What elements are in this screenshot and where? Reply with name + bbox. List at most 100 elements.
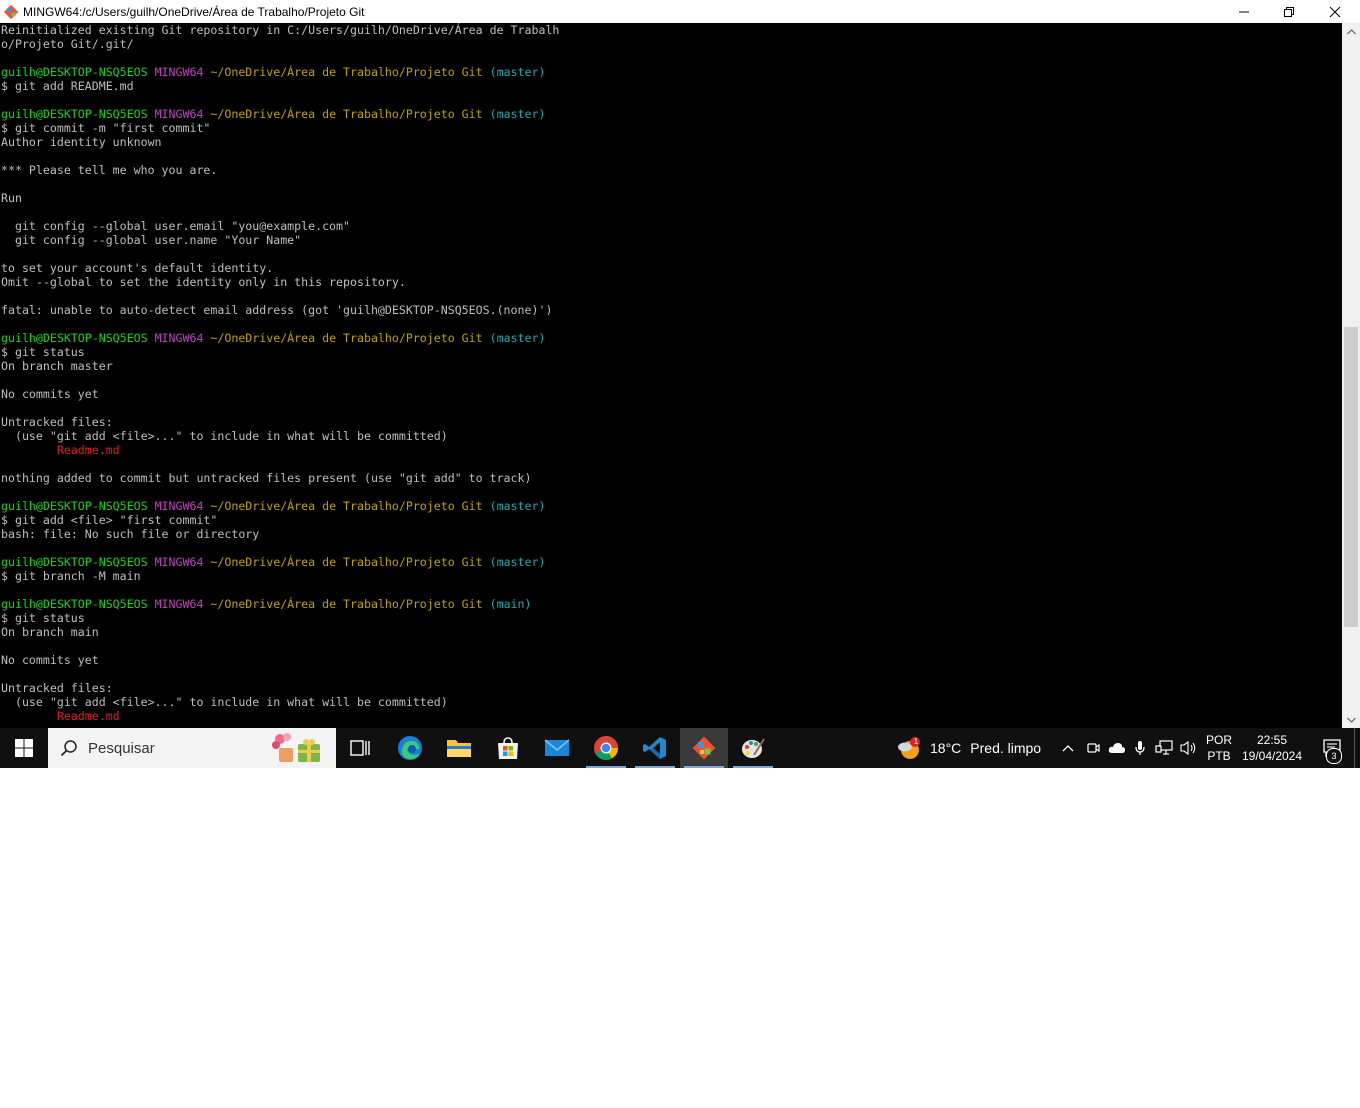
chevron-down-icon [1346, 717, 1356, 723]
microphone-tray[interactable] [1128, 728, 1152, 768]
close-button[interactable] [1312, 0, 1358, 23]
volume-tray[interactable] [1177, 728, 1201, 768]
vertical-scrollbar[interactable] [1342, 23, 1360, 728]
weather-widget[interactable]: 1 18°C Pred. limpo [896, 728, 1041, 768]
terminal-line: guilh@DESKTOP-NSQ5EOS MINGW64 ~/OneDrive… [1, 555, 559, 569]
terminal-line: git config --global user.name "Your Name… [1, 233, 559, 247]
terminal-text-segment: ~/OneDrive/Área de Trabalho/Projeto Git [210, 597, 490, 611]
terminal-text-segment: Readme.md [56, 443, 120, 457]
git-bash-app-icon [3, 4, 19, 20]
terminal-text-segment: Reinitialized existing Git repository in… [1, 23, 560, 37]
terminal-output[interactable]: Reinitialized existing Git repository in… [0, 23, 1342, 728]
taskbar-chrome[interactable] [582, 728, 630, 768]
scroll-up-button[interactable] [1342, 23, 1360, 40]
taskbar-mail[interactable] [533, 728, 581, 768]
terminal-line: Run [1, 191, 559, 205]
language-code: POR [1205, 733, 1232, 747]
title-bar[interactable]: MINGW64:/c/Users/guilh/OneDrive/Área de … [0, 0, 1360, 23]
taskbar-vscode[interactable] [631, 728, 679, 768]
taskbar-file-explorer[interactable] [435, 728, 483, 768]
terminal-text-segment: guilh@DESKTOP-NSQ5EOS [1, 555, 155, 569]
microphone-icon [1135, 741, 1145, 755]
terminal-text-segment: (master) [489, 65, 546, 79]
mail-icon [544, 739, 570, 756]
network-wired-icon [1155, 740, 1173, 755]
terminal-line: bash: file: No such file or directory [1, 527, 559, 541]
weather-temperature: 18°C [930, 740, 962, 756]
terminal-line: Readme.md [1, 443, 559, 457]
terminal-line: No commits yet [1, 653, 559, 667]
terminal-line: git config --global user.email "you@exam… [1, 219, 559, 233]
terminal-text-segment: Omit --global to set the identity only i… [1, 275, 406, 289]
terminal-text-segment: to set your account's default identity. [1, 261, 274, 275]
restore-icon [1284, 6, 1294, 17]
terminal-line: Author identity unknown [1, 135, 559, 149]
terminal-text-segment: ~/OneDrive/Área de Trabalho/Projeto Git [210, 65, 490, 79]
minimize-icon [1239, 11, 1249, 12]
terminal-text-segment: (master) [489, 331, 546, 345]
terminal-text-segment: bash: file: No such file or directory [1, 527, 260, 541]
terminal-text-segment: MINGW64 [154, 555, 211, 569]
terminal-text-segment: ~/OneDrive/Área de Trabalho/Projeto Git [210, 331, 490, 345]
weather-condition: Pred. limpo [970, 740, 1042, 756]
terminal-line: Omit --global to set the identity only i… [1, 275, 559, 289]
window-title: MINGW64:/c/Users/guilh/OneDrive/Área de … [23, 4, 365, 19]
network-tray[interactable] [1152, 728, 1176, 768]
terminal-line: $ git status [1, 611, 559, 625]
terminal-text-segment: guilh@DESKTOP-NSQ5EOS [1, 65, 155, 79]
search-highlight-illustration-icon[interactable] [270, 732, 326, 764]
system-clock[interactable]: 22:55 19/04/2024 [1238, 732, 1306, 764]
chevron-up-icon [1062, 745, 1074, 752]
restore-button[interactable] [1266, 0, 1312, 23]
terminal-lines: Reinitialized existing Git repository in… [1, 23, 559, 723]
terminal-line: (use "git add <file>..." to include in w… [1, 429, 559, 443]
terminal-text-segment: nothing added to commit but untracked fi… [1, 471, 532, 485]
taskbar-git-bash[interactable] [680, 728, 728, 768]
minimize-button[interactable] [1221, 0, 1267, 23]
terminal-text-segment: ~/OneDrive/Área de Trabalho/Projeto Git [210, 555, 490, 569]
terminal-line: $ git commit -m "first commit" [1, 121, 559, 135]
meet-now-tray[interactable] [1081, 728, 1105, 768]
taskbar-paint[interactable] [729, 728, 777, 768]
taskbar-microsoft-store[interactable] [484, 728, 532, 768]
taskbar-search-box[interactable]: Pesquisar [48, 728, 336, 768]
terminal-text-segment: $ git add README.md [1, 79, 134, 93]
terminal-text-segment: guilh@DESKTOP-NSQ5EOS [1, 597, 155, 611]
terminal-line: Untracked files: [1, 415, 559, 429]
onedrive-tray[interactable] [1105, 728, 1129, 768]
terminal-line: On branch master [1, 359, 559, 373]
terminal-line: to set your account's default identity. [1, 261, 559, 275]
scrollbar-thumb[interactable] [1344, 327, 1358, 627]
task-view-button[interactable] [336, 728, 384, 768]
terminal-text-segment: (master) [489, 107, 546, 121]
terminal-line: $ git status [1, 345, 559, 359]
terminal-line: nothing added to commit but untracked fi… [1, 471, 559, 485]
terminal-text-segment: MINGW64 [154, 597, 211, 611]
input-language-indicator[interactable]: POR PTB [1203, 732, 1235, 764]
weather-sun-cloud-icon: 1 [896, 735, 922, 761]
terminal-line: (use "git add <file>..." to include in w… [1, 695, 559, 709]
edge-icon [398, 736, 422, 760]
start-button[interactable] [0, 728, 48, 768]
clock-date: 19/04/2024 [1241, 749, 1303, 763]
terminal-line: Readme.md [1, 709, 559, 723]
terminal-text-segment: ~/OneDrive/Área de Trabalho/Projeto Git [210, 499, 490, 513]
terminal-text-segment: fatal: unable to auto-detect email addre… [1, 303, 553, 317]
terminal-window: MINGW64:/c/Users/guilh/OneDrive/Área de … [0, 0, 1360, 728]
scroll-down-button[interactable] [1342, 711, 1360, 728]
terminal-line: $ git branch -M main [1, 569, 559, 583]
taskbar-edge[interactable] [386, 728, 434, 768]
terminal-line: guilh@DESKTOP-NSQ5EOS MINGW64 ~/OneDrive… [1, 65, 559, 79]
terminal-line: guilh@DESKTOP-NSQ5EOS MINGW64 ~/OneDrive… [1, 597, 559, 611]
terminal-line: Reinitialized existing Git repository in… [1, 23, 559, 37]
show-desktop-button[interactable] [1354, 728, 1360, 768]
show-hidden-icons-button[interactable] [1056, 728, 1080, 768]
